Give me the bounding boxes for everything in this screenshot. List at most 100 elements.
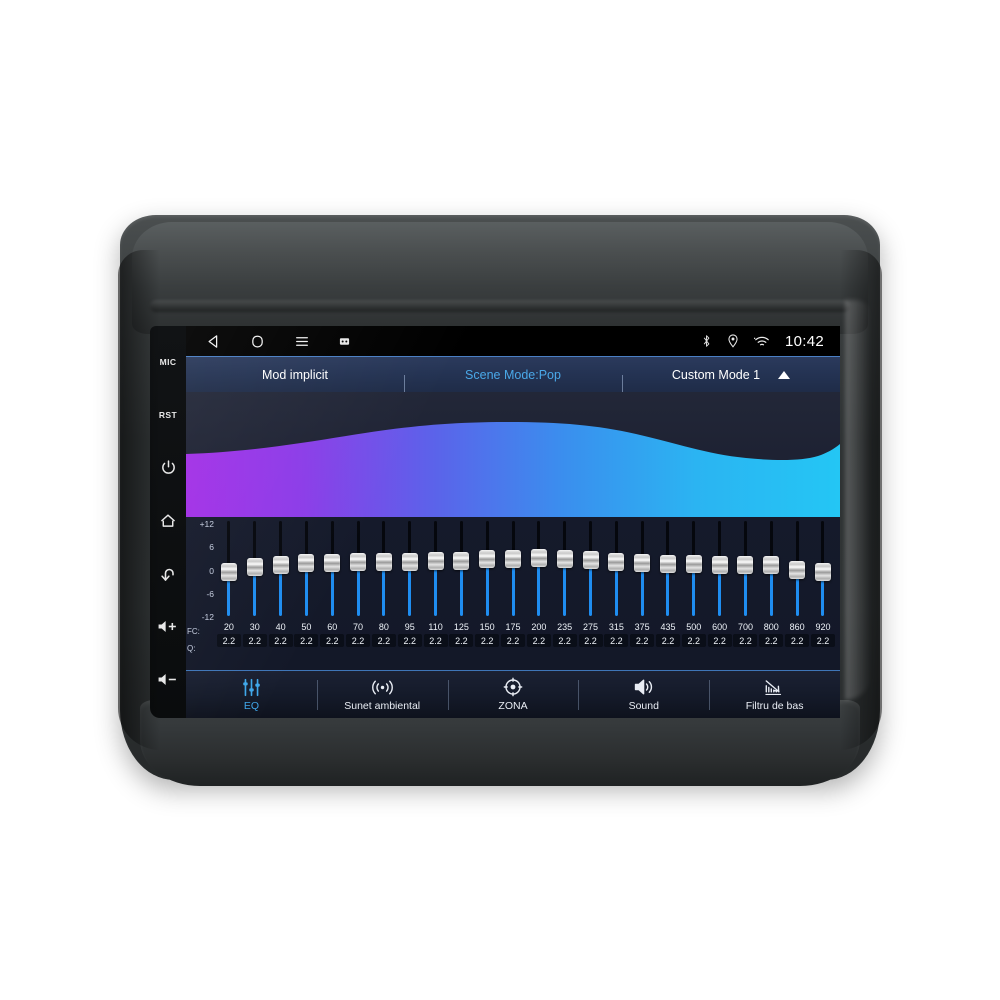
eq-band[interactable]: 110 2.2 [423, 517, 449, 670]
eq-band-knob[interactable] [685, 555, 702, 574]
eq-band[interactable]: 275 2.2 [578, 517, 604, 670]
eq-band-knob[interactable] [246, 558, 263, 577]
eq-band-q-value[interactable]: 2.2 [630, 634, 655, 647]
eq-band-slider[interactable] [629, 517, 655, 620]
eq-band-slider[interactable] [810, 517, 836, 620]
eq-band-q-value[interactable]: 2.2 [268, 634, 293, 647]
mode-default-button[interactable]: Mod implicit [186, 368, 404, 382]
eq-band[interactable]: 500 2.2 [681, 517, 707, 670]
eq-band-knob[interactable] [324, 553, 341, 572]
eq-band[interactable]: 375 2.2 [629, 517, 655, 670]
nav-back-icon[interactable] [206, 334, 221, 349]
eq-band-q-value[interactable]: 2.2 [423, 634, 448, 647]
eq-band-q-value[interactable]: 2.2 [733, 634, 758, 647]
back-button[interactable] [150, 547, 186, 600]
eq-band-knob[interactable] [608, 552, 625, 571]
eq-band-q-value[interactable]: 2.2 [397, 634, 422, 647]
eq-band-slider[interactable] [397, 517, 423, 620]
eq-band-slider[interactable] [242, 517, 268, 620]
eq-band-slider[interactable] [758, 517, 784, 620]
volume-down-button[interactable] [150, 653, 186, 706]
eq-band[interactable]: 435 2.2 [655, 517, 681, 670]
eq-band-q-value[interactable]: 2.2 [526, 634, 551, 647]
eq-band[interactable]: 70 2.2 [345, 517, 371, 670]
triangle-up-icon[interactable] [778, 370, 791, 379]
eq-band-knob[interactable] [220, 563, 237, 582]
eq-band-slider[interactable] [268, 517, 294, 620]
eq-band[interactable]: 800 2.2 [758, 517, 784, 670]
eq-band[interactable]: 600 2.2 [707, 517, 733, 670]
eq-band-knob[interactable] [505, 550, 522, 569]
toolbar-item-sunet-ambiental[interactable]: Sunet ambiental [316, 671, 448, 718]
eq-band-slider[interactable] [293, 517, 319, 620]
eq-band[interactable]: 150 2.2 [474, 517, 500, 670]
eq-band[interactable]: 40 2.2 [268, 517, 294, 670]
eq-band-slider[interactable] [500, 517, 526, 620]
eq-band-knob[interactable] [763, 556, 780, 575]
eq-band-knob[interactable] [298, 553, 315, 572]
eq-band-q-value[interactable]: 2.2 [475, 634, 500, 647]
eq-band-q-value[interactable]: 2.2 [449, 634, 474, 647]
eq-band-slider[interactable] [319, 517, 345, 620]
eq-band[interactable]: 95 2.2 [397, 517, 423, 670]
eq-band-slider[interactable] [552, 517, 578, 620]
mode-custom-button[interactable]: Custom Mode 1 [622, 368, 840, 396]
eq-band-knob[interactable] [375, 553, 392, 572]
eq-band-q-value[interactable]: 2.2 [681, 634, 706, 647]
eq-band-q-value[interactable]: 2.2 [759, 634, 784, 647]
eq-band[interactable]: 860 2.2 [784, 517, 810, 670]
eq-band-slider[interactable] [784, 517, 810, 620]
reset-button[interactable]: RST [150, 388, 186, 441]
eq-band-slider[interactable] [733, 517, 759, 620]
power-button[interactable] [150, 441, 186, 494]
eq-band-knob[interactable] [659, 554, 676, 573]
eq-band-slider[interactable] [216, 517, 242, 620]
eq-band-q-value[interactable]: 2.2 [655, 634, 680, 647]
eq-band-knob[interactable] [582, 551, 599, 570]
eq-band-q-value[interactable]: 2.2 [216, 634, 241, 647]
eq-band[interactable]: 700 2.2 [733, 517, 759, 670]
eq-band-knob[interactable] [737, 555, 754, 574]
eq-band-q-value[interactable]: 2.2 [371, 634, 396, 647]
eq-band-q-value[interactable]: 2.2 [501, 634, 526, 647]
eq-band-slider[interactable] [345, 517, 371, 620]
nav-home-icon[interactable] [250, 334, 265, 349]
eq-band-slider[interactable] [655, 517, 681, 620]
eq-band-q-value[interactable]: 2.2 [810, 634, 835, 647]
eq-band-q-value[interactable]: 2.2 [604, 634, 629, 647]
eq-band-knob[interactable] [814, 563, 831, 582]
eq-band-slider[interactable] [681, 517, 707, 620]
eq-band[interactable]: 920 2.2 [810, 517, 836, 670]
eq-band[interactable]: 235 2.2 [552, 517, 578, 670]
eq-band-knob[interactable] [789, 560, 806, 579]
eq-band-q-value[interactable]: 2.2 [294, 634, 319, 647]
eq-band[interactable]: 20 2.2 [216, 517, 242, 670]
toolbar-item-zona[interactable]: ZONA [447, 671, 579, 718]
eq-band[interactable]: 60 2.2 [319, 517, 345, 670]
eq-band-slider[interactable] [526, 517, 552, 620]
eq-band[interactable]: 50 2.2 [293, 517, 319, 670]
eq-band-knob[interactable] [427, 551, 444, 570]
eq-band-q-value[interactable]: 2.2 [552, 634, 577, 647]
eq-band[interactable]: 200 2.2 [526, 517, 552, 670]
eq-band-q-value[interactable]: 2.2 [707, 634, 732, 647]
eq-band-knob[interactable] [453, 551, 470, 570]
eq-band-slider[interactable] [423, 517, 449, 620]
eq-band-knob[interactable] [401, 552, 418, 571]
eq-band[interactable]: 80 2.2 [371, 517, 397, 670]
eq-band-knob[interactable] [479, 550, 496, 569]
eq-band-slider[interactable] [578, 517, 604, 620]
toolbar-item-sound[interactable]: Sound [578, 671, 709, 718]
eq-band-knob[interactable] [711, 555, 728, 574]
nav-menu-icon[interactable] [294, 334, 310, 349]
eq-band-knob[interactable] [556, 550, 573, 568]
eq-band-slider[interactable] [603, 517, 629, 620]
eq-band-q-value[interactable]: 2.2 [578, 634, 603, 647]
eq-band-q-value[interactable]: 2.2 [320, 634, 345, 647]
eq-band-slider[interactable] [371, 517, 397, 620]
nav-screenshot-icon[interactable] [339, 336, 350, 347]
eq-band[interactable]: 315 2.2 [603, 517, 629, 670]
eq-band-q-value[interactable]: 2.2 [785, 634, 810, 647]
eq-band-knob[interactable] [272, 555, 289, 574]
toolbar-item-eq[interactable]: EQ [186, 671, 317, 718]
